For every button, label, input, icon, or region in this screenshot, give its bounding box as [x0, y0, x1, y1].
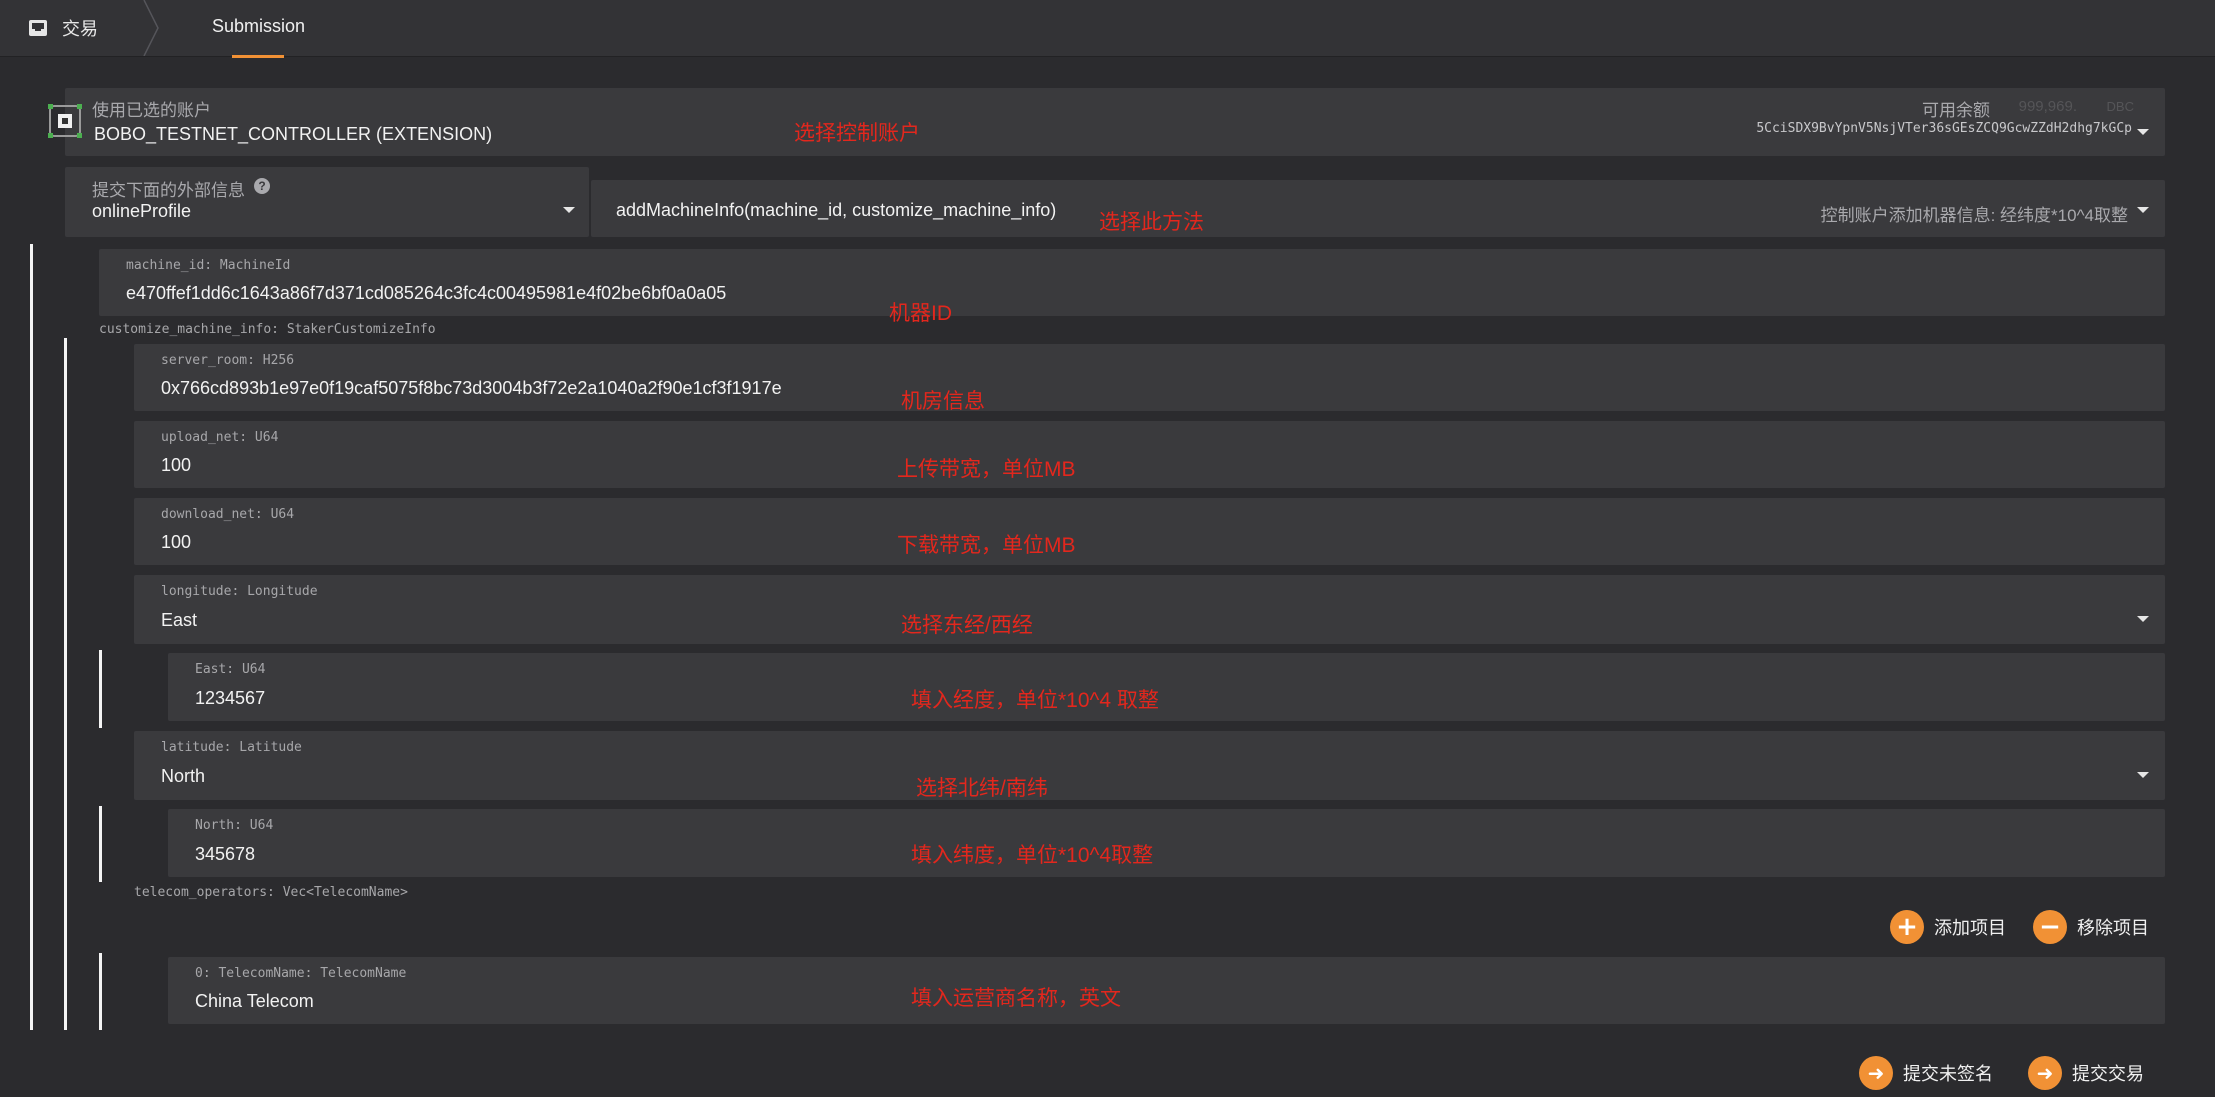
- submit-unsigned-button[interactable]: ➜ 提交未签名: [1859, 1056, 1993, 1090]
- north-value: 345678: [195, 844, 256, 864]
- nest-line-telecom: [99, 953, 102, 1030]
- chevron-down-icon[interactable]: [2137, 616, 2149, 622]
- chevron-down-icon[interactable]: [2137, 772, 2149, 778]
- account-value: BOBO_TESTNET_CONTROLLER (EXTENSION): [94, 124, 493, 144]
- nest-line-outer: [30, 244, 33, 1030]
- upload-net-value: 100: [161, 455, 192, 475]
- chevron-down-icon[interactable]: [2137, 129, 2149, 135]
- module-value: onlineProfile: [92, 201, 192, 221]
- field-label: machine_id: MachineId: [126, 258, 291, 273]
- field-label: North: U64: [195, 818, 274, 833]
- submit-unsigned-label: 提交未签名: [1903, 1064, 1993, 1084]
- annotation-north: 填入纬度，单位*10^4取整: [911, 844, 1154, 867]
- server-room-value: 0x766cd893b1e97e0f19caf5075f8bc73d3004b3…: [161, 378, 782, 398]
- field-label: upload_net: U64: [161, 430, 279, 445]
- chevron-down-icon[interactable]: [2137, 207, 2149, 213]
- longitude-value: East: [161, 610, 198, 630]
- annotation-latitude: 选择北纬/南纬: [916, 777, 1048, 800]
- remove-item-button[interactable]: − 移除项目: [2033, 910, 2149, 944]
- telecom-name-field[interactable]: 0: TelecomName: TelecomName China Teleco…: [168, 957, 2165, 1024]
- plus-icon: +: [1890, 910, 1924, 944]
- machine-id-field[interactable]: machine_id: MachineId e470ffef1dd6c1643a…: [99, 249, 2165, 316]
- telecom-name-value: China Telecom: [195, 991, 314, 1011]
- download-net-value: 100: [161, 532, 192, 552]
- annotation-room-info: 机房信息: [901, 390, 985, 413]
- server-room-field[interactable]: server_room: H256 0x766cd893b1e97e0f19ca…: [134, 344, 2165, 411]
- machine-id-value: e470ffef1dd6c1643a86f7d371cd085264c3fc4c…: [126, 283, 727, 303]
- help-icon[interactable]: ?: [254, 178, 270, 194]
- nest-line-customize: [64, 338, 67, 1030]
- latitude-select[interactable]: latitude: Latitude North: [134, 731, 2165, 800]
- tab-submission[interactable]: Submission: [212, 16, 305, 37]
- field-label: East: U64: [195, 662, 266, 677]
- extrinsic-label: 提交下面的外部信息: [92, 181, 245, 200]
- north-field[interactable]: North: U64 345678: [168, 809, 2165, 877]
- sign-in-icon: ➜: [1859, 1056, 1893, 1090]
- submit-transaction-label: 提交交易: [2072, 1064, 2144, 1084]
- telecom-label: telecom_operators: Vec<TelecomName>: [134, 885, 408, 900]
- annotation-machine-id: 机器ID: [889, 302, 952, 325]
- account-address: 5CciSDX9BvYpnV5NsjVTer36sGEsZCQ9GcwZZdH2…: [1756, 121, 2132, 136]
- top-navigation-bar: 交易 Submission: [0, 0, 2215, 58]
- app-menu[interactable]: 交易: [28, 15, 98, 41]
- field-label: 0: TelecomName: TelecomName: [195, 966, 407, 981]
- balance-unit: DBC: [2106, 99, 2134, 114]
- customize-label: customize_machine_info: StakerCustomizeI…: [99, 322, 436, 337]
- method-value: addMachineInfo(machine_id, customize_mac…: [616, 200, 1057, 220]
- annotation-select-account: 选择控制账户: [794, 122, 920, 145]
- nest-line-east: [99, 650, 102, 728]
- add-item-label: 添加项目: [1934, 918, 2006, 938]
- method-description: 控制账户添加机器信息: 经纬度*10^4取整: [1820, 206, 2128, 225]
- minus-icon: −: [2033, 910, 2067, 944]
- annotation-upload: 上传带宽，单位MB: [897, 458, 1076, 481]
- nest-line-north: [99, 806, 102, 882]
- annotation-longitude: 选择东经/西经: [901, 614, 1033, 637]
- account-label: 使用已选的账户: [92, 101, 211, 120]
- account-selector[interactable]: 使用已选的账户 BOBO_TESTNET_CONTROLLER (EXTENSI…: [65, 88, 2165, 156]
- annotation-download: 下载带宽，单位MB: [897, 534, 1076, 557]
- annotation-east: 填入经度，单位*10^4 取整: [911, 689, 1159, 712]
- east-field[interactable]: East: U64 1234567: [168, 653, 2165, 721]
- chevron-down-icon[interactable]: [563, 207, 575, 213]
- longitude-select[interactable]: longitude: Longitude East: [134, 575, 2165, 644]
- east-value: 1234567: [195, 688, 266, 708]
- field-label: longitude: Longitude: [161, 584, 318, 599]
- module-selector[interactable]: 提交下面的外部信息 ? onlineProfile: [65, 167, 589, 237]
- field-label: latitude: Latitude: [161, 740, 302, 755]
- method-selector[interactable]: addMachineInfo(machine_id, customize_mac…: [591, 180, 2165, 237]
- submit-transaction-button[interactable]: ➜ 提交交易: [2028, 1056, 2144, 1090]
- download-net-field[interactable]: download_net: U64 100: [134, 498, 2165, 565]
- annotation-telecom: 填入运营商名称，英文: [911, 987, 1121, 1010]
- inbox-icon: [29, 20, 47, 36]
- balance-value: 999,969.: [2018, 98, 2077, 115]
- field-label: download_net: U64: [161, 507, 295, 522]
- latitude-value: North: [161, 766, 206, 786]
- breadcrumb-separator-icon: [143, 0, 159, 56]
- avatar: [47, 103, 83, 139]
- annotation-select-method: 选择此方法: [1099, 211, 1204, 234]
- sign-in-icon: ➜: [2028, 1056, 2062, 1090]
- balance-label: 可用余额: [1922, 101, 1990, 120]
- app-label: 交易: [62, 19, 98, 39]
- field-label: server_room: H256: [161, 353, 295, 368]
- add-item-button[interactable]: + 添加项目: [1890, 910, 2006, 944]
- upload-net-field[interactable]: upload_net: U64 100: [134, 421, 2165, 488]
- active-tab-indicator: [232, 55, 284, 58]
- remove-item-label: 移除项目: [2077, 918, 2149, 938]
